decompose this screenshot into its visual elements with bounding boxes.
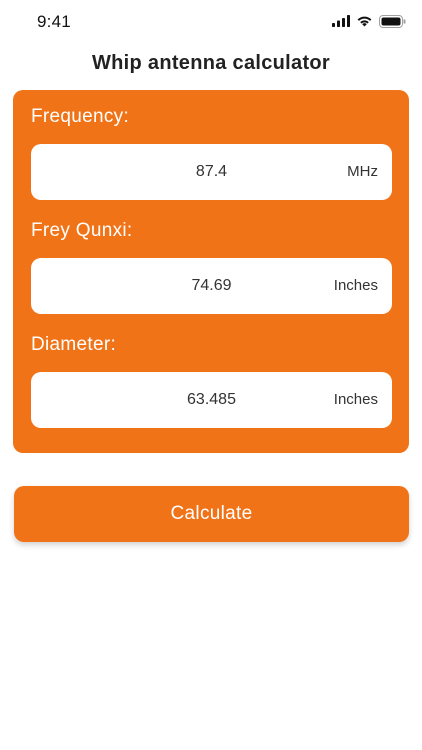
frequency-field[interactable]: 87.4 MHz (31, 144, 392, 200)
calculator-card: Frequency: 87.4 MHz Frey Qunxi: 74.69 In… (13, 90, 409, 453)
frey-qunxi-label: Frey Qunxi: (31, 220, 133, 241)
diameter-field[interactable]: 63.485 Inches (31, 372, 392, 428)
status-icons (332, 14, 406, 28)
frequency-unit: MHz (347, 163, 378, 180)
battery-icon (379, 14, 406, 28)
status-bar: 9:41 (0, 0, 422, 44)
frey-qunxi-unit: Inches (333, 277, 378, 294)
calculate-button[interactable]: Calculate (14, 486, 409, 542)
wifi-icon (357, 16, 372, 27)
app-screen: 9:41 Whip antenna calculator Frequency: … (0, 0, 422, 750)
diameter-label: Diameter: (31, 334, 117, 355)
diameter-unit: Inches (333, 391, 378, 408)
page-title: Whip antenna calculator (91, 52, 331, 74)
cellular-signal-icon (332, 15, 350, 27)
frequency-label: Frequency: (31, 106, 130, 127)
frey-qunxi-field[interactable]: 74.69 Inches (31, 258, 392, 314)
status-time: 9:41 (37, 12, 71, 31)
frequency-value[interactable]: 87.4 (31, 144, 392, 200)
